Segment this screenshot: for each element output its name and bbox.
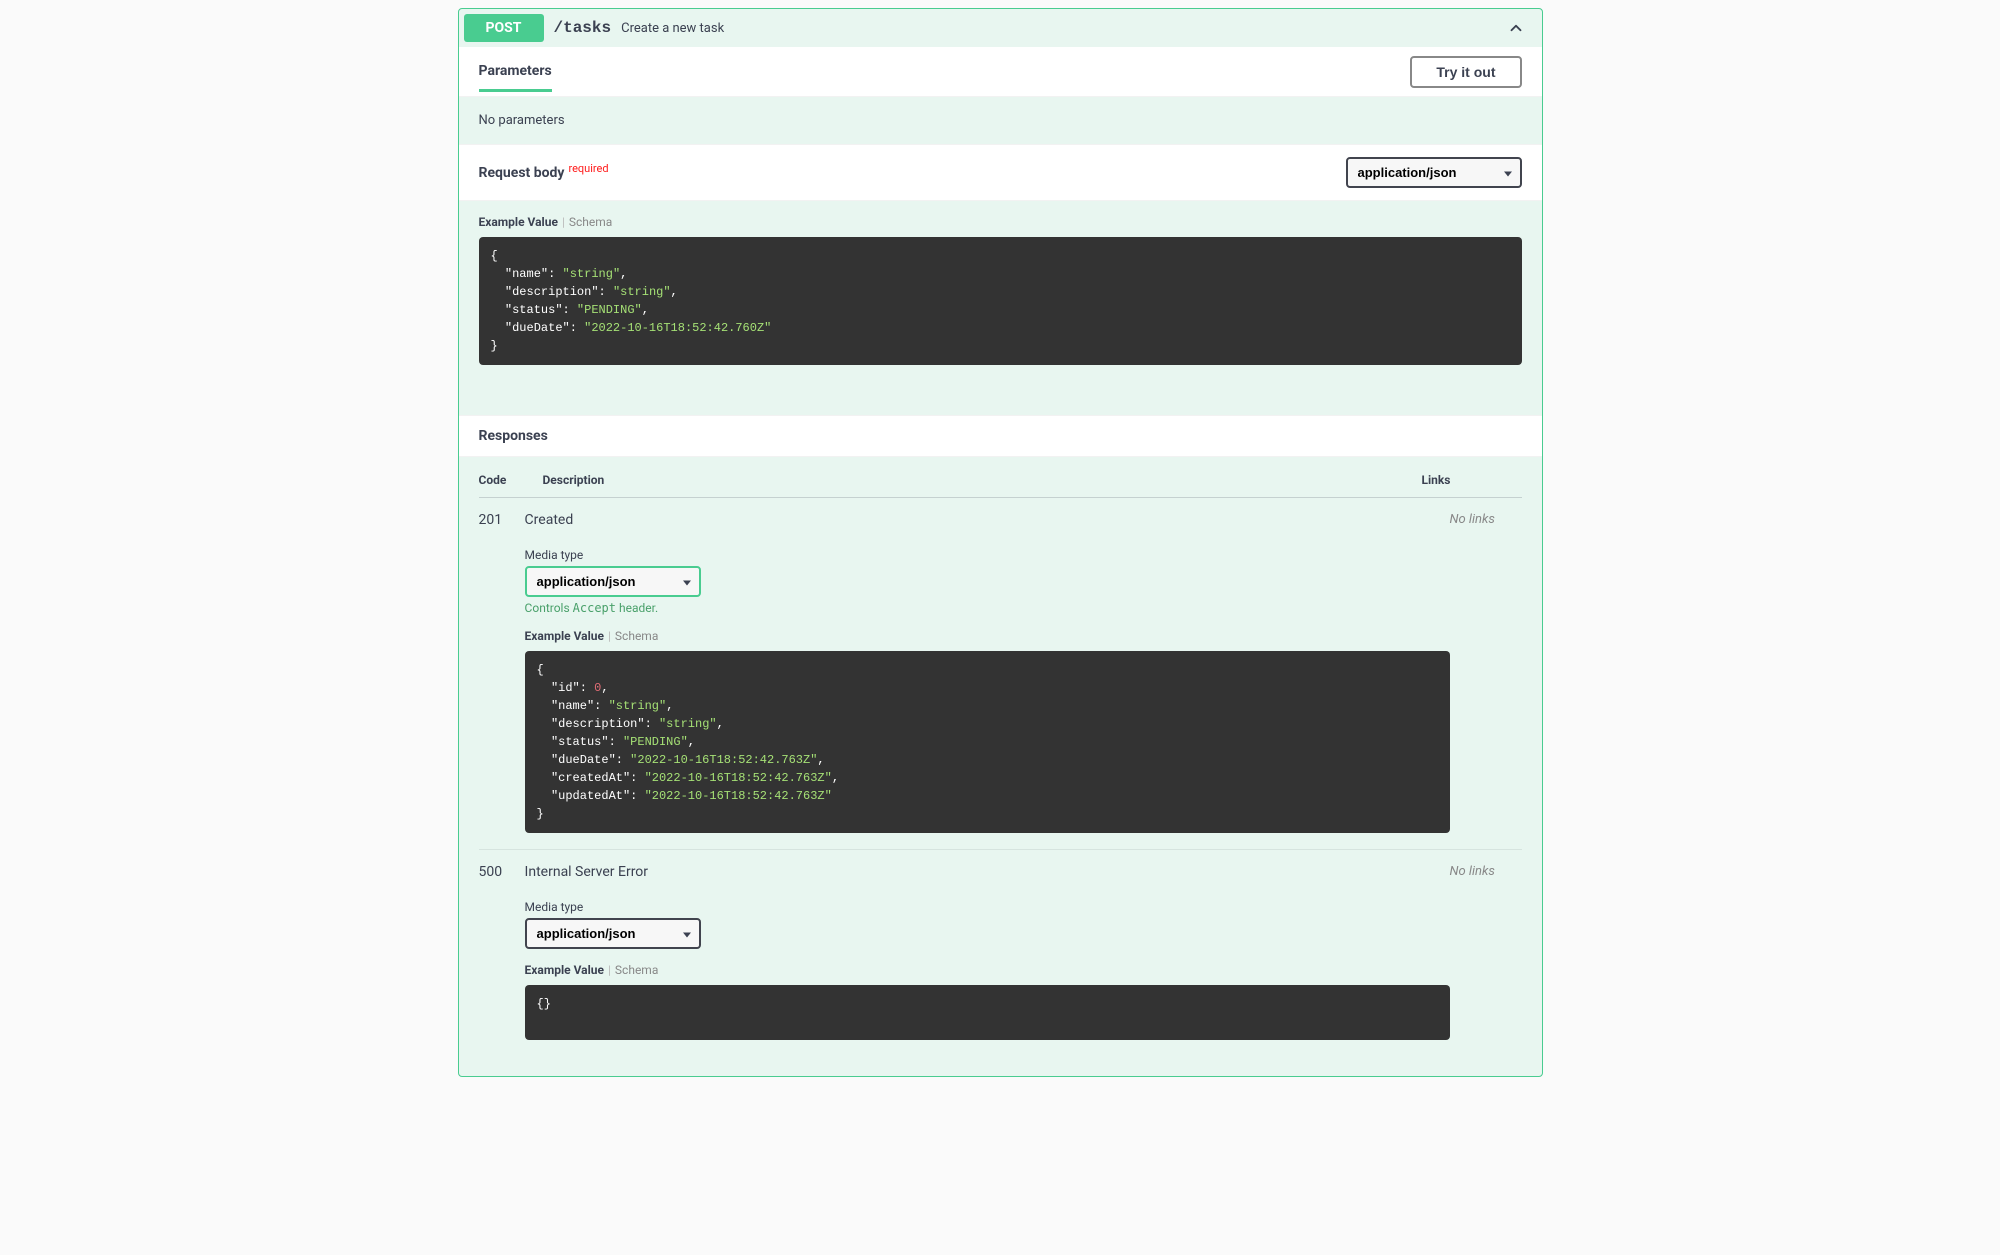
request-content-type-select[interactable]: application/json: [1346, 157, 1522, 188]
required-badge: required: [568, 162, 608, 175]
try-it-out-button[interactable]: Try it out: [1410, 56, 1521, 88]
schema-tab[interactable]: Schema: [615, 629, 658, 643]
request-body-header: Request body required application/json: [459, 144, 1542, 201]
chevron-up-icon[interactable]: [1507, 19, 1525, 37]
request-body-example[interactable]: { "name": "string", "description": "stri…: [479, 237, 1522, 365]
example-value-tab[interactable]: Example Value: [479, 215, 558, 229]
schema-tab[interactable]: Schema: [615, 963, 658, 977]
response-example[interactable]: { "id": 0, "name": "string", "descriptio…: [525, 651, 1450, 833]
accept-header-note: Controls Accept header.: [525, 601, 1450, 615]
response-row: 201Created Media type application/json Cont…: [479, 498, 1522, 850]
example-value-tab[interactable]: Example Value: [525, 629, 604, 643]
response-content-type-select[interactable]: application/json: [525, 566, 701, 597]
example-value-tab[interactable]: Example Value: [525, 963, 604, 977]
response-example[interactable]: {}: [525, 985, 1450, 1040]
media-type-select-wrapper: application/json: [525, 918, 701, 949]
col-links-header: Links: [1422, 473, 1522, 487]
parameters-tab[interactable]: Parameters: [479, 51, 552, 92]
response-description: Internal Server Error Media type applicati…: [525, 864, 1450, 1040]
media-type-label: Media type: [525, 548, 1450, 562]
responses-title: Responses: [459, 415, 1542, 457]
response-description-text: Created: [525, 512, 1450, 528]
media-type-label: Media type: [525, 900, 1450, 914]
method-badge: POST: [464, 14, 544, 42]
response-links: No links: [1450, 864, 1522, 1040]
content-type-select-wrapper: application/json: [1346, 157, 1522, 188]
responses-body: Code Description Links 201Created Media t…: [459, 457, 1542, 1076]
example-schema-tabs: Example Value|Schema: [479, 215, 1522, 229]
operation-summary: Create a new task: [621, 21, 724, 36]
operation-block: POST /tasks Create a new task Parameters…: [458, 8, 1543, 1077]
response-code: 500: [479, 864, 525, 1040]
media-type-select-wrapper: application/json: [525, 566, 701, 597]
response-description: Created Media type application/json Control…: [525, 512, 1450, 833]
parameters-section-header: Parameters Try it out: [459, 47, 1542, 97]
responses-table-head: Code Description Links: [479, 473, 1522, 498]
request-body-content: Example Value|Schema { "name": "string",…: [459, 201, 1542, 415]
col-code-header: Code: [479, 473, 543, 487]
request-body-title: Request body: [479, 165, 565, 181]
response-code: 201: [479, 512, 525, 833]
response-links: No links: [1450, 512, 1522, 833]
response-row: 500Internal Server Error Media type applic…: [479, 850, 1522, 1056]
no-parameters-text: No parameters: [459, 97, 1542, 144]
col-description-header: Description: [543, 473, 1422, 487]
example-schema-tabs: Example Value|Schema: [525, 963, 1450, 977]
response-description-text: Internal Server Error: [525, 864, 1450, 880]
operation-path: /tasks: [554, 19, 612, 37]
example-schema-tabs: Example Value|Schema: [525, 629, 1450, 643]
schema-tab[interactable]: Schema: [569, 215, 612, 229]
response-content-type-select[interactable]: application/json: [525, 918, 701, 949]
operation-header[interactable]: POST /tasks Create a new task: [459, 9, 1542, 47]
